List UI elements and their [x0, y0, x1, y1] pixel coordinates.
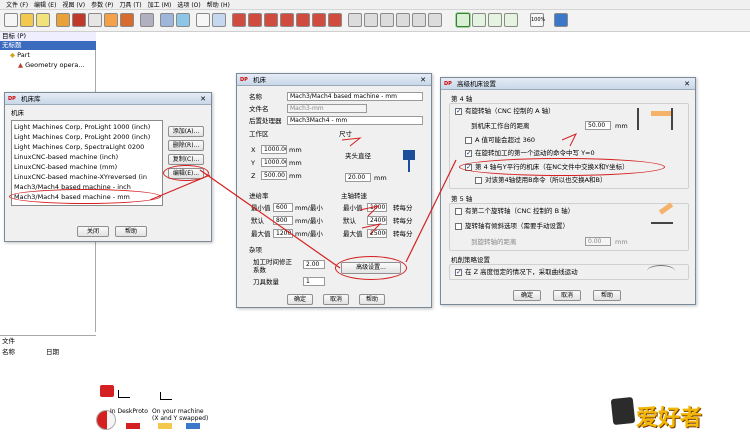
- axis-icon: [160, 392, 172, 400]
- annotation-scribble: [359, 205, 380, 217]
- annotation-arrows: [149, 133, 578, 269]
- axis-icon: [118, 390, 130, 398]
- caption-swapped: (X and Y swapped): [152, 415, 209, 422]
- watermark-logo-icon: [610, 396, 636, 426]
- annotation-scribble: [361, 223, 382, 235]
- annotation-scribble: [561, 133, 578, 147]
- watermark-text: 爱好者: [636, 406, 703, 431]
- annotation-arrow: [149, 174, 211, 201]
- annotation-scribble: [341, 137, 362, 147]
- swatch-red: [126, 423, 140, 429]
- annotation-arrow: [405, 159, 457, 263]
- warning-marker-icon: [100, 385, 114, 397]
- swatch-blue: [186, 423, 200, 429]
- pie-slice: [97, 411, 107, 429]
- swatch-yellow: [158, 423, 172, 429]
- caption-deskproto: In DeskProto: [110, 408, 148, 415]
- annotation-arrow: [199, 169, 341, 269]
